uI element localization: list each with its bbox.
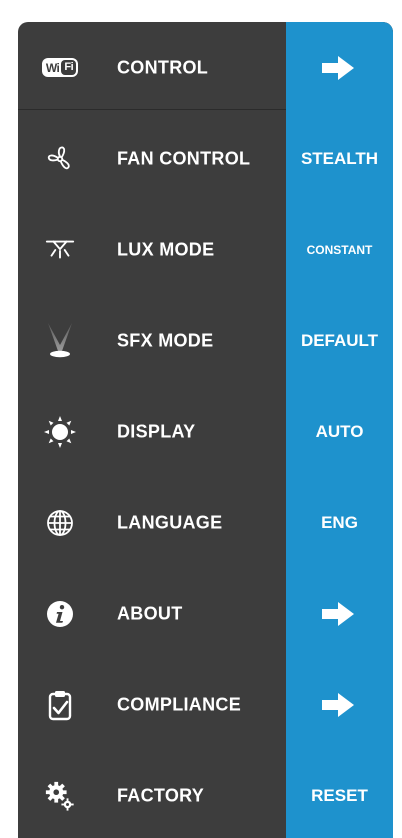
menu-label-sfx-mode: SFX MODE [117,330,214,350]
menu-row-about[interactable]: ABOUT [18,568,393,659]
menu-label-about: ABOUT [117,603,183,623]
menu-row-language[interactable]: LANGUAGE ENG [18,477,393,568]
sfx-mode-value[interactable]: DEFAULT [286,331,393,351]
language-value[interactable]: ENG [286,513,393,533]
fan-icon [44,143,76,175]
menu-row-lux-mode[interactable]: LUX MODE CONSTANT [18,204,393,295]
info-icon [44,598,76,630]
spotlight-icon [44,322,76,357]
menu-label-fan-control: FAN CONTROL [117,148,251,168]
settings-panel: Wi Fi CONTROL FAN CONTROL STEALTH LUX MO… [18,22,393,838]
menu-row-sfx-mode[interactable]: SFX MODE DEFAULT [18,295,393,386]
display-value[interactable]: AUTO [286,422,393,442]
gears-icon [44,780,76,812]
menu-row-factory[interactable]: FACTORY RESET [18,750,393,838]
factory-reset-button[interactable]: RESET [286,786,393,806]
ceiling-lamp-icon [44,234,76,266]
wifi-badge-fi-text: Fi [61,60,77,75]
menu-row-display[interactable]: DISPLAY AUTO [18,386,393,477]
row-divider [18,109,286,110]
menu-row-fan-control[interactable]: FAN CONTROL STEALTH [18,113,393,204]
menu-label-control: CONTROL [117,57,209,77]
menu-label-compliance: COMPLIANCE [117,694,241,714]
globe-icon [44,507,76,539]
fan-control-value[interactable]: STEALTH [286,149,393,169]
menu-label-display: DISPLAY [117,421,196,441]
menu-label-lux-mode: LUX MODE [117,239,215,259]
sun-icon [44,415,76,448]
compliance-arrow-icon[interactable] [320,691,358,719]
control-arrow-icon[interactable] [320,54,358,82]
menu-row-compliance[interactable]: COMPLIANCE [18,659,393,750]
wifi-badge-icon: Wi Fi [41,52,79,84]
lux-mode-value[interactable]: CONSTANT [286,243,393,257]
clipboard-check-icon [44,689,76,721]
menu-label-factory: FACTORY [117,785,205,805]
about-arrow-icon[interactable] [320,600,358,628]
menu-row-control[interactable]: Wi Fi CONTROL [18,22,393,113]
wifi-badge-wi-text: Wi [45,60,60,75]
menu-label-language: LANGUAGE [117,512,223,532]
